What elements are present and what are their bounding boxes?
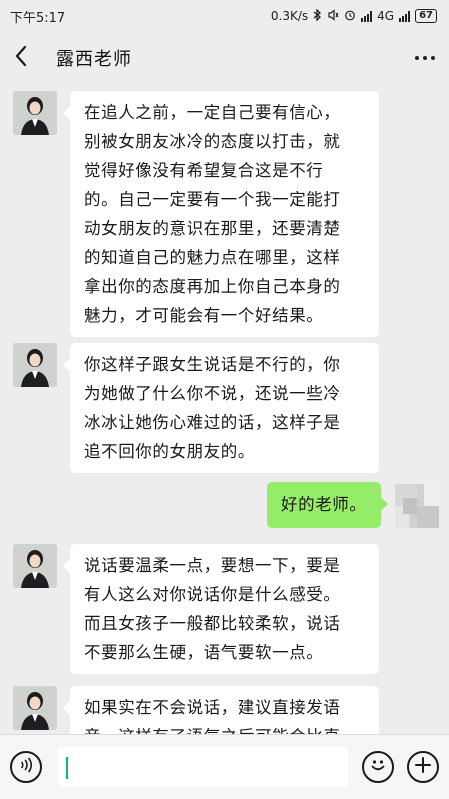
message-line: 你这样子跟女生说话是不行的，你 xyxy=(84,355,341,374)
back-button[interactable] xyxy=(14,43,38,73)
network-speed: 0.3K/s xyxy=(270,9,309,23)
status-bar: 下午5:17 0.3K/s 4G 67 xyxy=(0,0,449,32)
chat-header: 露西老师 xyxy=(0,32,449,84)
message-line: 的知道自己的魅力点在哪里，这样 xyxy=(84,248,341,267)
message-line: 不要那么生硬，语气要软一点。 xyxy=(84,643,324,662)
chevron-left-icon xyxy=(14,45,28,71)
message-line: 在追人之前，一定自己要有信心， xyxy=(84,103,341,122)
message-line: 别被女朋友冰冷的态度以打击，就 xyxy=(84,132,341,151)
avatar-portrait xyxy=(13,544,57,588)
message-line: 魅力，才可能会有一个好结果。 xyxy=(84,306,324,325)
more-dot xyxy=(423,56,427,60)
teacher-avatar[interactable] xyxy=(13,544,57,588)
message-line: 音，这样有了语气之后可能会比直 xyxy=(84,722,365,734)
message-line: 拿出你的态度再加上你自己本身的 xyxy=(84,277,341,296)
message-line: 冰冰让她伤心难过的话，这样子是 xyxy=(84,413,341,432)
more-dots-icon xyxy=(415,56,419,60)
my-avatar[interactable] xyxy=(395,484,439,528)
message-line: 动女朋友的意识在那里，还要清楚 xyxy=(84,219,341,238)
message-line: 好的老师。 xyxy=(281,495,367,514)
text-caret xyxy=(66,757,68,779)
message-line: 的。自己一定要有一个我一定能打 xyxy=(84,190,341,209)
bubble-tail xyxy=(63,559,70,573)
battery-level: 67 xyxy=(419,10,433,21)
avatar-portrait xyxy=(13,91,57,135)
message-line: 而且女孩子一般都比较柔软，说话 xyxy=(84,614,341,633)
bubble-tail xyxy=(63,358,70,372)
mute-icon xyxy=(327,9,339,23)
signal-icon xyxy=(361,10,373,22)
status-indicators: 0.3K/s 4G 67 xyxy=(270,8,437,23)
emoji-icon xyxy=(368,755,388,779)
message-line: 觉得好像没有希望复合这是不行 xyxy=(84,161,324,180)
chat-title: 露西老师 xyxy=(56,49,132,70)
signal-icon-secondary xyxy=(399,10,411,22)
more-button[interactable] xyxy=(415,50,435,66)
bluetooth-icon xyxy=(313,8,322,23)
alarm-icon xyxy=(344,9,356,23)
message-bubble[interactable]: 好的老师。 xyxy=(267,482,381,528)
input-bar xyxy=(0,734,449,799)
status-time: 下午5:17 xyxy=(10,10,66,26)
voice-button[interactable] xyxy=(10,751,42,783)
bubble-tail xyxy=(63,701,70,715)
message-bubble[interactable]: 你这样子跟女生说话是不行的，你 为她做了什么你不说，还说一些冷 冰冰让她伤心难过… xyxy=(70,343,379,473)
teacher-avatar[interactable] xyxy=(13,343,57,387)
message-line: 有人这么对你说话你是什么感受。 xyxy=(84,585,341,604)
avatar-pixel xyxy=(417,506,439,528)
avatar-pixel xyxy=(403,498,417,514)
teacher-avatar[interactable] xyxy=(13,91,57,135)
more-dot xyxy=(431,56,435,60)
message-bubble[interactable]: 在追人之前，一定自己要有信心， 别被女朋友冰冷的态度以打击，就 觉得好像没有希望… xyxy=(70,91,379,337)
battery-icon: 67 xyxy=(415,9,437,23)
avatar-portrait xyxy=(13,686,57,730)
message-line: 追不回你的女朋友的。 xyxy=(84,442,255,461)
teacher-avatar[interactable] xyxy=(13,686,57,730)
bubble-tail xyxy=(63,106,70,120)
avatar-portrait xyxy=(13,343,57,387)
bubble-tail xyxy=(381,497,388,511)
message-line: 为她做了什么你不说，还说一些冷 xyxy=(84,384,341,403)
more-functions-button[interactable] xyxy=(407,751,439,783)
message-list[interactable]: 在追人之前，一定自己要有信心， 别被女朋友冰冷的态度以打击，就 觉得好像没有希望… xyxy=(0,84,449,734)
message-line: 如果实在不会说话，建议直接发语 xyxy=(84,698,341,717)
message-line: 说话要温柔一点，要想一下，要是 xyxy=(84,556,341,575)
message-input[interactable] xyxy=(58,747,348,787)
voice-icon xyxy=(17,756,35,778)
message-bubble[interactable]: 说话要温柔一点，要想一下，要是 有人这么对你说话你是什么感受。 而且女孩子一般都… xyxy=(70,544,379,674)
message-bubble[interactable]: 如果实在不会说话，建议直接发语 音，这样有了语气之后可能会比直 xyxy=(70,686,379,734)
network-type: 4G xyxy=(377,9,395,23)
emoji-button[interactable] xyxy=(362,751,394,783)
plus-icon xyxy=(414,756,432,778)
